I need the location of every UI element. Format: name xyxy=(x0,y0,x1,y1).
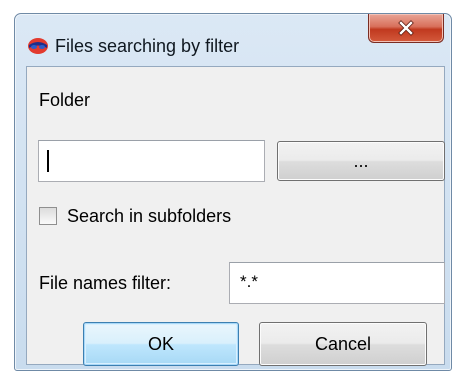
search-subfolders-label[interactable]: Search in subfolders xyxy=(67,205,231,227)
browse-folder-button[interactable]: ... xyxy=(277,141,445,181)
close-icon xyxy=(398,20,414,36)
dialog-content: Folder ... Search in subfolders File nam… xyxy=(26,66,445,366)
text-caret xyxy=(47,150,49,172)
close-button[interactable] xyxy=(368,14,444,43)
title-bar[interactable]: Files searching by filter xyxy=(15,14,451,66)
window-title: Files searching by filter xyxy=(55,36,240,56)
files-search-dialog: Files searching by filter Folder ... Sea… xyxy=(14,13,452,371)
filter-input-value: *.* xyxy=(240,272,258,291)
search-subfolders-checkbox[interactable] xyxy=(39,207,57,225)
file-names-filter-label: File names filter: xyxy=(39,273,172,293)
folder-label: Folder xyxy=(39,90,91,110)
cancel-button[interactable]: Cancel xyxy=(259,322,427,366)
ok-button[interactable]: OK xyxy=(83,322,239,366)
app-logo-icon xyxy=(28,38,48,54)
folder-input[interactable] xyxy=(38,140,265,182)
file-names-filter-input[interactable]: *.* xyxy=(229,262,445,304)
